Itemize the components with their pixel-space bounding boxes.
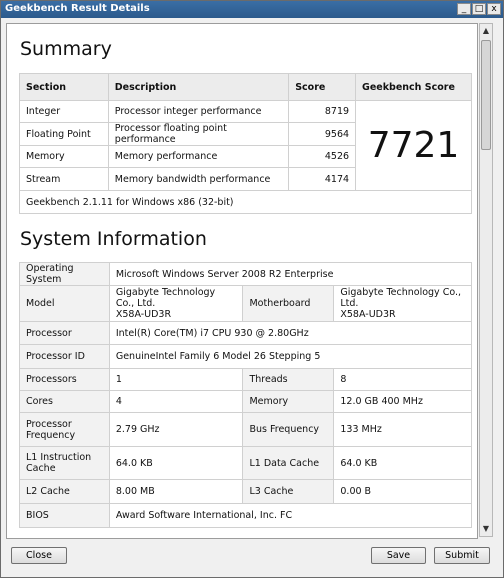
model-value: Gigabyte Technology Co., Ltd. X58A-UD3R [108, 285, 244, 322]
l3-cache-label: L3 Cache [242, 479, 335, 504]
processor-frequency-label-line2: Frequency [26, 429, 76, 441]
l1-instruction-cache-label-line2: Cache [26, 463, 56, 474]
row-stream-description: Memory bandwidth performance [107, 167, 290, 191]
vertical-scrollbar[interactable]: ▲ ▼ [479, 23, 493, 537]
scroll-up-icon[interactable]: ▲ [480, 24, 492, 38]
row-float-score: 9564 [288, 122, 357, 146]
os-label: Operating System [19, 262, 110, 286]
l3-cache-value: 0.00 B [333, 479, 472, 504]
processor-id-value: GenuineIntel Family 6 Model 26 Stepping … [108, 344, 473, 369]
system-information-heading: System Information [20, 228, 207, 250]
geekbench-score-value: 7721 [355, 100, 472, 191]
window-title: Geekbench Result Details [5, 3, 150, 14]
threads-value: 8 [333, 368, 472, 391]
l2-cache-value: 8.00 MB [108, 479, 244, 504]
model-value-line2: X58A-UD3R [115, 309, 172, 320]
processors-value: 1 [108, 368, 244, 391]
threads-label: Threads [242, 368, 335, 391]
row-integer-score: 8719 [288, 100, 357, 123]
model-label: Model [19, 285, 110, 322]
row-integer-description: Processor integer performance [107, 100, 290, 123]
title-bar[interactable]: Geekbench Result Details _ □ x [1, 1, 503, 18]
scroll-down-icon[interactable]: ▼ [480, 522, 492, 536]
row-memory-score: 4526 [288, 145, 357, 168]
motherboard-value-line1: Gigabyte Technology Co., Ltd. [340, 287, 462, 309]
header-geekbench-score: Geekbench Score [355, 73, 472, 101]
minimize-icon[interactable]: _ [457, 3, 471, 15]
l1-data-cache-label: L1 Data Cache [242, 446, 335, 480]
row-stream-score: 4174 [288, 167, 357, 191]
save-button[interactable]: Save [371, 547, 426, 564]
processor-frequency-value: 2.79 GHz [108, 412, 244, 447]
memory-value: 12.0 GB 400 MHz [333, 390, 472, 413]
motherboard-value-line2: X58A-UD3R [340, 309, 396, 320]
processor-value: Intel(R) Core(TM) i7 CPU 930 @ 2.80GHz [108, 321, 473, 345]
row-integer-section: Integer [19, 100, 109, 123]
processor-label: Processor [19, 321, 110, 345]
cores-label: Cores [19, 390, 110, 413]
l1-instruction-cache-value: 64.0 KB [108, 446, 244, 480]
processor-id-label: Processor ID [19, 344, 110, 369]
header-score: Score [288, 73, 357, 101]
l2-cache-label: L2 Cache [19, 479, 110, 504]
result-details-window: Geekbench Result Details _ □ x Summary S… [0, 0, 504, 578]
bus-frequency-label: Bus Frequency [242, 412, 335, 447]
header-section: Section [19, 73, 109, 101]
processor-frequency-label: Processor Frequency [19, 412, 110, 447]
maximize-icon[interactable]: □ [472, 3, 486, 15]
row-memory-description: Memory performance [107, 145, 290, 168]
row-memory-section: Memory [19, 145, 109, 168]
header-description: Description [107, 73, 290, 101]
row-float-description: Processor floating point performance [107, 122, 290, 146]
summary-table: Section Description Score Geekbench Scor… [19, 73, 472, 214]
motherboard-label: Motherboard [242, 285, 335, 322]
geekbench-version: Geekbench 2.1.11 for Windows x86 (32-bit… [19, 190, 472, 214]
close-button[interactable]: Close [11, 547, 67, 564]
os-value: Microsoft Windows Server 2008 R2 Enterpr… [108, 262, 473, 286]
bios-label: BIOS [19, 503, 110, 528]
result-content: Summary Section Description Score Geekbe… [6, 23, 478, 539]
cores-value: 4 [108, 390, 244, 413]
bios-value: Award Software International, Inc. FC [108, 503, 473, 528]
row-float-section: Floating Point [19, 122, 109, 146]
scrollbar-thumb[interactable] [481, 40, 491, 150]
system-information-table: Operating System Microsoft Windows Serve… [19, 262, 473, 528]
summary-heading: Summary [20, 38, 112, 60]
motherboard-value: Gigabyte Technology Co., Ltd. X58A-UD3R [333, 285, 472, 322]
row-stream-section: Stream [19, 167, 109, 191]
close-icon[interactable]: x [487, 3, 501, 15]
model-value-line1: Gigabyte Technology Co., Ltd. [115, 287, 216, 309]
submit-button[interactable]: Submit [434, 547, 490, 564]
memory-label: Memory [242, 390, 335, 413]
processors-label: Processors [19, 368, 110, 391]
l1-instruction-cache-label: L1 Instruction Cache [19, 446, 110, 480]
bus-frequency-value: 133 MHz [333, 412, 472, 447]
l1-data-cache-value: 64.0 KB [333, 446, 472, 480]
processor-frequency-label-line1: Processor [26, 418, 72, 430]
l1-instruction-cache-label-line1: L1 Instruction [26, 452, 92, 463]
